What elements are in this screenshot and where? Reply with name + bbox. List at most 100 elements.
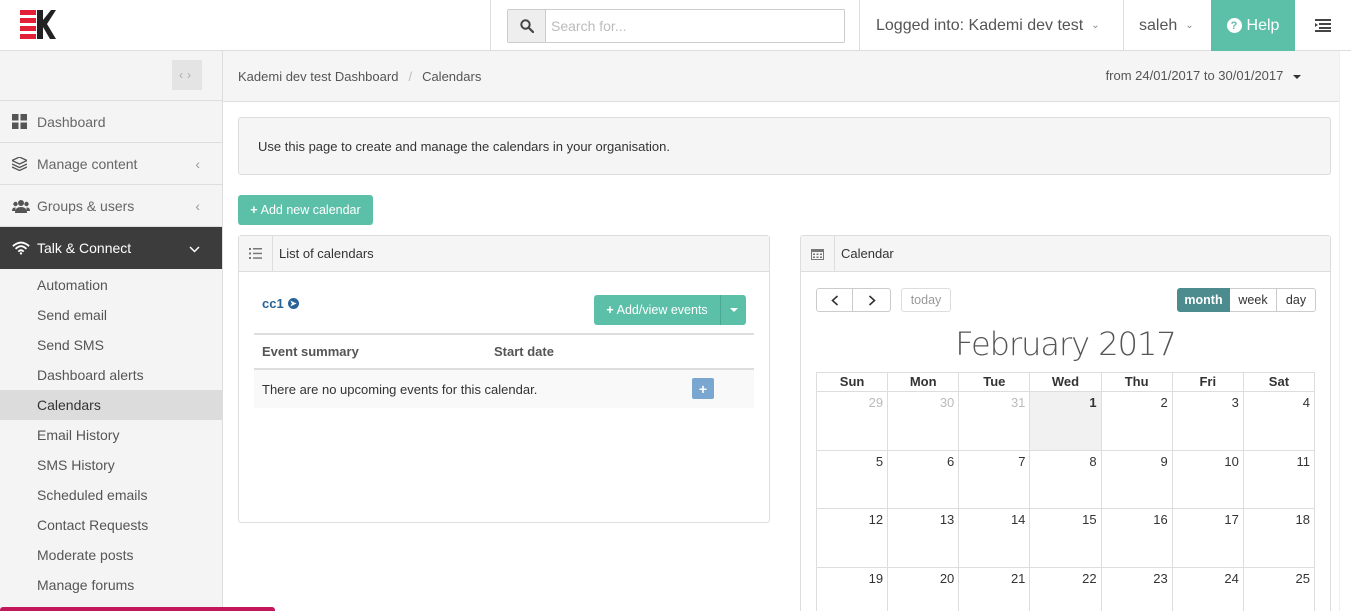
calendar-day-cell[interactable]: 9 bbox=[1100, 450, 1172, 508]
sidebar-subitem-send-sms[interactable]: Send SMS bbox=[0, 330, 222, 360]
day-of-week-sun: Sun bbox=[839, 374, 865, 389]
sidebar-subitem-calendars[interactable]: Calendars bbox=[0, 390, 222, 420]
sidebar-item-groups-users[interactable]: Groups & users ‹ bbox=[0, 185, 222, 227]
calendar-day-cell[interactable]: 8 bbox=[1029, 450, 1100, 508]
calendar-day-cell[interactable]: 6 bbox=[887, 450, 958, 508]
calendar-day-cell[interactable]: 17 bbox=[1171, 509, 1243, 567]
calendar-prev-button[interactable] bbox=[816, 288, 853, 312]
calendar-day-cell[interactable]: 15 bbox=[1029, 509, 1100, 567]
table-row: There are no upcoming events for this ca… bbox=[254, 370, 754, 408]
day-of-week-wed: Wed bbox=[1029, 373, 1100, 391]
calendar-day-cell[interactable]: 7 bbox=[958, 450, 1029, 508]
sidebar-toggle-row: ‹› bbox=[0, 51, 222, 101]
organisation-dropdown[interactable]: Logged into: Kademi dev test ⌄ bbox=[859, 0, 1123, 51]
calendar-day-cell[interactable]: 5 bbox=[817, 451, 887, 509]
sidebar-item-dashboard[interactable]: Dashboard bbox=[0, 101, 222, 143]
calendar-day-cell[interactable]: 12 bbox=[817, 509, 887, 567]
sidebar-subitem-dashboard-alerts[interactable]: Dashboard alerts bbox=[0, 360, 222, 390]
breadcrumb-current[interactable]: Calendars bbox=[422, 69, 481, 84]
calendar-day-cell[interactable]: 29 bbox=[817, 392, 887, 450]
sidebar-collapse-button[interactable]: ‹› bbox=[172, 60, 202, 90]
help-button[interactable]: ? Help bbox=[1211, 0, 1295, 51]
date-range-picker[interactable]: from 24/01/2017 to 30/01/2017 bbox=[1106, 68, 1301, 83]
list-icon bbox=[239, 235, 273, 272]
sidebar-item-label: Groups & users bbox=[37, 197, 135, 214]
calendar-today-button[interactable]: today bbox=[901, 288, 951, 312]
day-of-week-thu: Thu bbox=[1100, 373, 1172, 391]
calendar-day-cell[interactable]: 23 bbox=[1100, 567, 1172, 611]
calendar-day-cell[interactable]: 18 bbox=[1242, 509, 1314, 567]
add-view-events-dropdown[interactable] bbox=[720, 295, 746, 325]
panel-title: List of calendars bbox=[279, 246, 374, 261]
calendar-day-cell[interactable]: 20 bbox=[887, 567, 958, 611]
calendar-next-button[interactable] bbox=[853, 288, 891, 312]
calendar-day-cell[interactable]: 1 bbox=[1029, 392, 1101, 450]
logged-into-label: Logged into: Kademi dev test bbox=[876, 16, 1084, 34]
add-view-events-button[interactable]: + Add/view events bbox=[594, 295, 720, 325]
users-icon bbox=[12, 199, 30, 213]
calendar-day-cell[interactable]: 22 bbox=[1029, 567, 1100, 611]
list-menu-icon bbox=[1315, 19, 1331, 32]
day-of-week-fri: Fri bbox=[1171, 373, 1243, 391]
sidebar-subitem-contact-requests[interactable]: Contact Requests bbox=[0, 510, 222, 540]
calendar-day-cell[interactable]: 10 bbox=[1171, 450, 1243, 508]
menu-toggle-button[interactable] bbox=[1295, 0, 1351, 51]
calendar-day-cell[interactable]: 30 bbox=[887, 392, 958, 450]
calendar-name: cc1 bbox=[262, 296, 284, 311]
breadcrumb-dashboard-link[interactable]: Kademi dev test Dashboard bbox=[238, 69, 398, 84]
calendar-week-row: 19 20 21 22 23 24 25 bbox=[816, 567, 1315, 611]
sidebar-subitem-sms-history[interactable]: SMS History bbox=[0, 450, 222, 480]
calendar-day-cell[interactable]: 21 bbox=[958, 567, 1029, 611]
table-header: Event summary Start date bbox=[254, 333, 754, 370]
sidebar-subitem-send-email[interactable]: Send email bbox=[0, 300, 222, 330]
user-name: saleh bbox=[1139, 16, 1178, 34]
sidebar-item-talk-connect[interactable]: Talk & Connect bbox=[0, 227, 222, 269]
add-new-calendar-label: Add new calendar bbox=[260, 203, 361, 217]
kademi-logo[interactable] bbox=[20, 8, 56, 40]
sidebar-subitem-moderate-posts[interactable]: Moderate posts bbox=[0, 540, 222, 570]
top-navbar: Logged into: Kademi dev test ⌄ saleh ⌄ ?… bbox=[0, 0, 1351, 51]
sidebar-subitem-manage-forums[interactable]: Manage forums bbox=[0, 570, 222, 600]
calendar-day-view-button[interactable]: day bbox=[1277, 288, 1316, 312]
calendar-day-cell[interactable]: 19 bbox=[817, 568, 887, 611]
calendar-week-view-button[interactable]: week bbox=[1230, 288, 1277, 312]
search-icon[interactable] bbox=[508, 10, 546, 42]
scrollbar[interactable] bbox=[1339, 51, 1351, 611]
calendar-day-cell[interactable]: 13 bbox=[887, 509, 958, 567]
sidebar-subitem-automation[interactable]: Automation bbox=[0, 270, 222, 300]
calendar-link-cc1[interactable]: cc1 ➤ bbox=[262, 296, 299, 311]
day-of-week-tue: Tue bbox=[958, 373, 1029, 391]
search-box bbox=[507, 9, 845, 43]
calendar-day-cell[interactable]: 2 bbox=[1100, 392, 1172, 450]
add-event-button[interactable]: + bbox=[692, 378, 714, 399]
sidebar-item-label: Talk & Connect bbox=[37, 240, 132, 256]
calendar-day-cell[interactable]: 25 bbox=[1242, 567, 1314, 611]
chevron-left-icon bbox=[830, 294, 838, 306]
user-dropdown[interactable]: saleh ⌄ bbox=[1123, 0, 1211, 51]
layers-icon bbox=[12, 156, 30, 171]
help-label: Help bbox=[1246, 16, 1280, 34]
calendar-month-view-button[interactable]: month bbox=[1177, 288, 1230, 312]
sidebar-subitem-email-history[interactable]: Email History bbox=[0, 420, 222, 450]
sidebar-subitem-scheduled-emails[interactable]: Scheduled emails bbox=[0, 480, 222, 510]
sidebar-item-manage-content[interactable]: Manage content ‹ bbox=[0, 143, 222, 185]
calendar-day-cell[interactable]: 24 bbox=[1171, 567, 1243, 611]
panel-header: List of calendars bbox=[239, 235, 769, 272]
calendar-day-cell[interactable]: 4 bbox=[1242, 392, 1314, 450]
calendar-week-row: 29 30 31 1 2 3 4 bbox=[816, 392, 1315, 451]
breadcrumb-separator: / bbox=[408, 68, 413, 84]
calendar-list-panel: List of calendars cc1 ➤ + Add/view event… bbox=[238, 235, 770, 523]
sidebar-item-label: Manage content bbox=[37, 155, 138, 172]
calendar-week-row: 5 6 7 8 9 10 11 bbox=[816, 450, 1315, 509]
chevron-down-icon: ⌄ bbox=[1091, 20, 1100, 31]
calendar-day-cell[interactable]: 14 bbox=[958, 509, 1029, 567]
calendar-day-cell[interactable]: 16 bbox=[1100, 509, 1172, 567]
calendar-day-cell[interactable]: 3 bbox=[1171, 392, 1243, 450]
day-of-week-header: Sun Mon Tue Wed Thu Fri Sat bbox=[816, 372, 1315, 392]
calendar-day-cell[interactable]: 31 bbox=[958, 392, 1029, 450]
add-new-calendar-button[interactable]: + Add new calendar bbox=[238, 195, 373, 225]
calendar-weeks: 29 30 31 1 2 3 4 5 6 7 8 9 10 11 12 13 14 15 16 17 18 19 20 21 2… bbox=[816, 392, 1315, 611]
search-area bbox=[490, 0, 860, 51]
calendar-day-cell[interactable]: 11 bbox=[1242, 450, 1314, 508]
search-input[interactable] bbox=[546, 10, 842, 42]
